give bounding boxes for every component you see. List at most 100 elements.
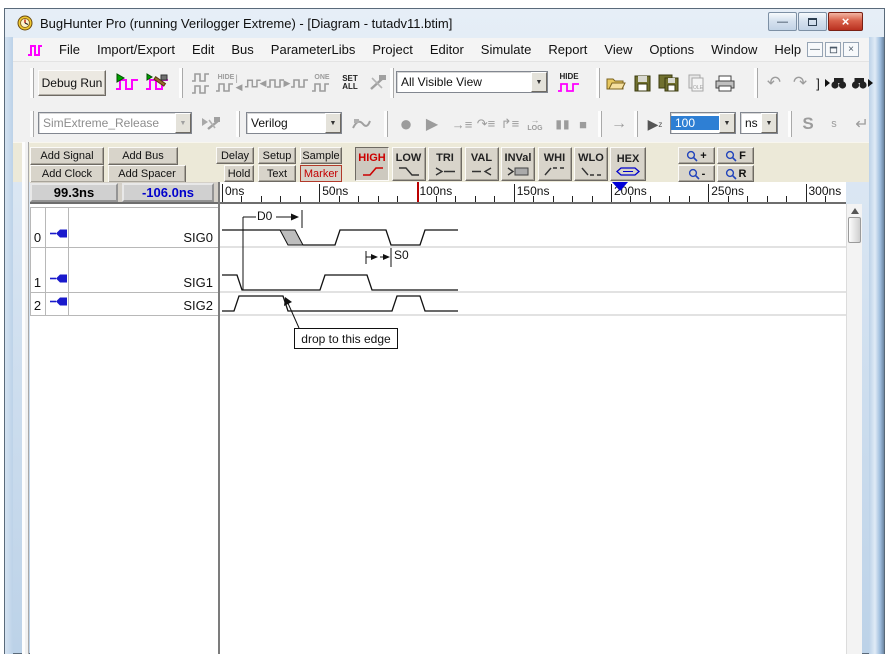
- scroll-up-icon[interactable]: [851, 208, 859, 214]
- save-button[interactable]: [630, 71, 654, 95]
- mdi-minimize-button[interactable]: —: [807, 42, 823, 57]
- signal-name[interactable]: SIG1: [183, 275, 213, 290]
- waveform-canvas[interactable]: D0 S0 drop to this edge: [220, 204, 846, 654]
- time-ruler[interactable]: 0ns50ns100ns150ns200ns250ns300ns: [220, 182, 846, 204]
- state-tri-button[interactable]: TRI: [428, 147, 462, 181]
- view-filter-combo[interactable]: All Visible View ▼: [396, 71, 548, 93]
- hide-view-button[interactable]: HIDE: [554, 69, 584, 97]
- minimize-button[interactable]: —: [768, 12, 797, 31]
- state-whi-button[interactable]: WHI: [538, 147, 572, 181]
- ruler-tick: [630, 196, 631, 202]
- marker-button[interactable]: Marker: [300, 165, 342, 182]
- time-readouts: 99.3ns -106.0ns: [30, 182, 218, 204]
- cursor-time-readout[interactable]: 99.3ns: [30, 183, 118, 202]
- ruler-tick: [767, 196, 768, 202]
- signal-name[interactable]: SIG0: [183, 230, 213, 245]
- advance-arrow-icon: →: [608, 111, 630, 137]
- signal-index: 0: [30, 230, 45, 245]
- menu-edit[interactable]: Edit: [187, 39, 219, 60]
- close-button[interactable]: ×: [828, 12, 863, 31]
- save-all-button[interactable]: [656, 71, 682, 95]
- hold-button[interactable]: Hold: [224, 165, 254, 182]
- state-label: HIGH: [358, 152, 386, 164]
- step-into-icon: →≡: [450, 111, 474, 137]
- signal-row[interactable]: 2 SIG2: [30, 292, 218, 315]
- toolbar-grip[interactable]: [30, 111, 34, 137]
- sig0-uncertain-region[interactable]: [280, 230, 303, 245]
- zoom-out-button[interactable]: -: [678, 165, 715, 182]
- text-button[interactable]: Text: [258, 165, 296, 182]
- find-next-button[interactable]: [850, 70, 874, 96]
- window-title: BugHunter Pro (running Verilogger Extrem…: [40, 16, 452, 31]
- menu-file[interactable]: File: [54, 39, 85, 60]
- state-inval-button[interactable]: INVal: [501, 147, 535, 181]
- setup-button[interactable]: Setup: [258, 147, 296, 164]
- drop-hint-callout: drop to this edge: [294, 328, 398, 349]
- menu-importexport[interactable]: Import/Export: [92, 39, 180, 60]
- ruler-tick: [280, 196, 281, 202]
- menu-help[interactable]: Help: [769, 39, 806, 60]
- menu-editor[interactable]: Editor: [425, 39, 469, 60]
- add-signal-button[interactable]: Add Signal: [30, 147, 104, 165]
- find-previous-button[interactable]: [824, 70, 848, 96]
- zoom-range-button[interactable]: R: [717, 165, 754, 182]
- delta-time-readout[interactable]: -106.0ns: [122, 183, 214, 202]
- language-combo[interactable]: Verilog ▼: [246, 112, 342, 134]
- open-file-button[interactable]: [604, 71, 628, 95]
- menu-options[interactable]: Options: [644, 39, 699, 60]
- stop-icon: ■: [574, 111, 592, 137]
- run-for-time-icon[interactable]: ▶z: [644, 111, 666, 137]
- toolbar-grip[interactable]: [30, 68, 34, 98]
- time-marker-icon[interactable]: [612, 182, 628, 191]
- delay-button[interactable]: Delay: [216, 147, 254, 164]
- signal-pin-icon: [50, 294, 68, 312]
- sample-button[interactable]: Sample: [300, 147, 342, 164]
- chevron-down-icon[interactable]: ▼: [325, 113, 341, 133]
- state-label: VAL: [471, 152, 492, 164]
- debug-run-button[interactable]: Debug Run: [38, 70, 106, 96]
- time-unit-combo[interactable]: ns ▼: [740, 112, 778, 134]
- toolbar-separator: [598, 111, 602, 137]
- state-wlo-button[interactable]: WLO: [574, 147, 608, 181]
- signal-row[interactable]: 0 SIG0: [30, 207, 218, 247]
- state-val-button[interactable]: VAL: [465, 147, 499, 181]
- chevron-down-icon[interactable]: ▼: [531, 72, 547, 92]
- run-time-value[interactable]: 100: [671, 116, 719, 130]
- zoom-full-button[interactable]: F: [717, 147, 754, 164]
- menu-parameterlibs[interactable]: ParameterLibs: [266, 39, 361, 60]
- add-clock-button[interactable]: Add Clock: [30, 165, 104, 183]
- hex-button[interactable]: HEX: [610, 147, 646, 181]
- setup-annotation-label[interactable]: S0: [393, 248, 410, 262]
- run-time-combo[interactable]: 100 ▼: [670, 112, 736, 134]
- waveform-plot: [220, 204, 846, 654]
- mdi-restore-button[interactable]: [825, 42, 841, 57]
- build-settings-icon: [198, 112, 224, 136]
- print-button[interactable]: [712, 71, 738, 95]
- ruler-tick: [592, 196, 593, 202]
- run-simulation-icon[interactable]: [113, 70, 141, 96]
- ruler-tick: [300, 196, 301, 202]
- add-spacer-button[interactable]: Add Spacer: [108, 165, 186, 183]
- mdi-close-button[interactable]: ×: [843, 42, 859, 57]
- maximize-button[interactable]: [798, 12, 827, 31]
- zoom-in-button[interactable]: +: [678, 147, 715, 164]
- vertical-scrollbar[interactable]: [846, 204, 862, 654]
- menu-window[interactable]: Window: [706, 39, 762, 60]
- menu-view[interactable]: View: [599, 39, 637, 60]
- rebuild-run-icon[interactable]: [143, 70, 171, 96]
- chevron-down-icon[interactable]: ▼: [761, 113, 777, 133]
- set-all-button[interactable]: SETALL: [334, 68, 366, 98]
- chevron-down-icon[interactable]: ▼: [719, 113, 735, 133]
- state-high-button[interactable]: HIGH: [355, 147, 389, 181]
- menu-bus[interactable]: Bus: [226, 39, 258, 60]
- menu-project[interactable]: Project: [367, 39, 417, 60]
- delay-annotation-label[interactable]: D0: [256, 209, 273, 223]
- menu-simulate[interactable]: Simulate: [476, 39, 537, 60]
- menu-report[interactable]: Report: [543, 39, 592, 60]
- panel-grip[interactable]: [22, 142, 29, 654]
- signal-row[interactable]: 1 SIG1: [30, 247, 218, 292]
- scrollbar-thumb[interactable]: [848, 217, 861, 243]
- add-bus-button[interactable]: Add Bus: [108, 147, 178, 165]
- signal-name[interactable]: SIG2: [183, 298, 213, 313]
- state-low-button[interactable]: LOW: [392, 147, 426, 181]
